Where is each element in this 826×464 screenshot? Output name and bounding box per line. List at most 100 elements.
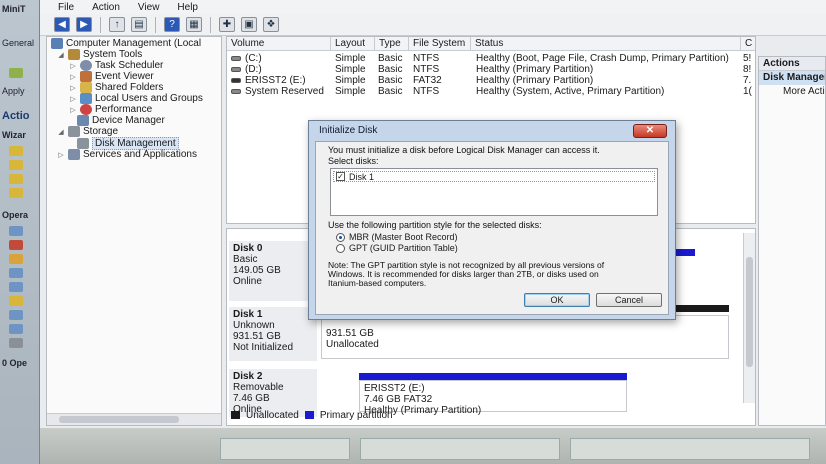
expand-triangle-icon[interactable]: ▷ bbox=[57, 151, 65, 159]
help-icon[interactable]: ? bbox=[164, 17, 180, 32]
show-hide-tree-icon[interactable]: ▤ bbox=[131, 17, 147, 32]
column-header-type[interactable]: Type bbox=[375, 37, 409, 51]
expand-triangle-icon[interactable]: ▷ bbox=[69, 84, 77, 92]
table-row[interactable]: System Reserved Simple Basic NTFS Health… bbox=[227, 86, 755, 97]
bg-operations-heading: Opera bbox=[2, 210, 29, 220]
legend-primary: Primary partition bbox=[319, 409, 393, 421]
bg-actions-heading: Actio bbox=[2, 110, 30, 122]
table-row[interactable]: (C:) Simple Basic NTFS Healthy (Boot, Pa… bbox=[227, 53, 755, 64]
tools-icon bbox=[68, 49, 80, 60]
menu-file[interactable]: File bbox=[58, 2, 74, 13]
mbr-radio-dot[interactable] bbox=[336, 232, 345, 242]
tree-item-shared-folders[interactable]: ▷ Shared Folders bbox=[69, 82, 163, 93]
operation-icon[interactable] bbox=[9, 296, 23, 306]
scrollbar-thumb[interactable] bbox=[746, 257, 753, 367]
menu-view[interactable]: View bbox=[138, 2, 160, 13]
tree-item-task-scheduler[interactable]: ▷ Task Scheduler bbox=[69, 60, 163, 71]
operation-icon[interactable] bbox=[9, 226, 23, 236]
operation-icon[interactable] bbox=[9, 240, 23, 250]
performance-icon bbox=[80, 104, 92, 115]
tree-item-local-users[interactable]: ▷ Local Users and Groups bbox=[69, 93, 203, 104]
wizard-icon[interactable] bbox=[9, 188, 23, 198]
expand-triangle-icon[interactable]: ▷ bbox=[69, 95, 77, 103]
disk-vertical-scrollbar[interactable] bbox=[743, 233, 755, 403]
tree-item-device-manager[interactable]: Device Manager bbox=[77, 115, 165, 126]
tree-item-system-tools[interactable]: ◢ System Tools bbox=[57, 49, 142, 60]
gpt-radio[interactable]: GPT (GUID Partition Table) bbox=[336, 243, 458, 253]
wizard-icon[interactable] bbox=[9, 174, 23, 184]
column-header-layout[interactable]: Layout bbox=[331, 37, 375, 51]
ok-button[interactable]: OK bbox=[524, 293, 590, 307]
tree-horizontal-scrollbar[interactable] bbox=[47, 413, 221, 425]
tree-item-event-viewer[interactable]: ▷ Event Viewer bbox=[69, 71, 154, 82]
operation-icon[interactable] bbox=[9, 282, 23, 292]
column-header-status[interactable]: Status bbox=[471, 37, 741, 51]
back-arrow-icon[interactable]: ◀ bbox=[54, 17, 70, 32]
background-app-bottom bbox=[40, 428, 826, 464]
settings-icon[interactable]: ❖ bbox=[263, 17, 279, 32]
dialog-body: You must initialize a disk before Logica… bbox=[315, 141, 669, 315]
dialog-title: Initialize Disk bbox=[319, 125, 378, 136]
table-row[interactable]: ERISST2 (E:) Simple Basic FAT32 Healthy … bbox=[227, 75, 755, 86]
column-header-file-system[interactable]: File System bbox=[409, 37, 471, 51]
computer-icon bbox=[51, 38, 63, 49]
expand-triangle-icon[interactable]: ▷ bbox=[69, 73, 77, 81]
disk2-partition-erisst2[interactable]: ERISST2 (E:) 7.46 GB FAT32 Healthy (Prim… bbox=[359, 380, 627, 416]
tree-item-storage[interactable]: ◢ Storage bbox=[57, 126, 118, 137]
disk1-unallocated-region[interactable]: 931.51 GB Unallocated bbox=[321, 315, 729, 359]
storage-icon bbox=[68, 126, 80, 137]
primary-swatch bbox=[304, 411, 314, 419]
tree-item-performance[interactable]: ▷ Performance bbox=[69, 104, 152, 115]
operation-icon[interactable] bbox=[9, 324, 23, 334]
table-row[interactable]: (D:) Simple Basic NTFS Healthy (Primary … bbox=[227, 64, 755, 75]
collapse-triangle-icon[interactable]: ◢ bbox=[57, 128, 65, 136]
unallocated-swatch bbox=[231, 411, 240, 419]
disk0-label[interactable]: Disk 0 Basic 149.05 GB Online bbox=[229, 241, 317, 301]
forward-arrow-icon[interactable]: ▶ bbox=[76, 17, 92, 32]
mbr-radio[interactable]: MBR (Master Boot Record) bbox=[336, 232, 458, 242]
expand-triangle-icon[interactable]: ▷ bbox=[69, 62, 77, 70]
gpt-radio-dot[interactable] bbox=[336, 243, 345, 253]
bg-pending-operations: 0 Ope bbox=[2, 358, 28, 368]
menu-action[interactable]: Action bbox=[92, 2, 120, 13]
bg-app-tab[interactable]: General bbox=[2, 38, 34, 48]
disk1-label[interactable]: Disk 1 Unknown 931.51 GB Not Initialized bbox=[229, 307, 317, 361]
shared-folder-icon bbox=[80, 82, 92, 93]
event-viewer-icon bbox=[80, 71, 92, 82]
tree-item-computer-management[interactable]: Computer Management (Local bbox=[51, 38, 201, 49]
bg-wizard-heading: Wizar bbox=[2, 130, 26, 140]
list-item-disk1[interactable]: ✓ Disk 1 bbox=[333, 171, 655, 182]
menu-help[interactable]: Help bbox=[177, 2, 198, 13]
toolbar-separator bbox=[155, 16, 156, 33]
disk-properties-icon[interactable]: ▣ bbox=[241, 17, 257, 32]
column-header-volume[interactable]: Volume bbox=[227, 37, 331, 51]
actions-section-disk-management[interactable]: Disk Managem bbox=[759, 71, 825, 85]
bg-disk-segment[interactable] bbox=[220, 438, 350, 460]
bg-apply-button[interactable]: Apply bbox=[2, 86, 25, 96]
wizard-icon[interactable] bbox=[9, 146, 23, 156]
more-actions-link[interactable]: More Actio bbox=[759, 85, 825, 99]
disk1-checkbox[interactable]: ✓ bbox=[336, 172, 345, 181]
close-icon[interactable]: ✕ bbox=[633, 124, 667, 138]
services-icon bbox=[68, 149, 80, 160]
expand-triangle-icon[interactable]: ▷ bbox=[69, 106, 77, 114]
operation-icon[interactable] bbox=[9, 338, 23, 348]
collapse-triangle-icon[interactable]: ◢ bbox=[57, 51, 65, 59]
actions-header: Actions bbox=[759, 57, 825, 71]
console-tree: Computer Management (Local ◢ System Tool… bbox=[46, 36, 222, 426]
bg-disk-segment[interactable] bbox=[360, 438, 560, 460]
up-folder-icon[interactable]: ↑ bbox=[109, 17, 125, 32]
select-disks-label: Select disks: bbox=[328, 156, 379, 166]
bg-disk-segment[interactable] bbox=[570, 438, 810, 460]
operation-icon[interactable] bbox=[9, 310, 23, 320]
cancel-button[interactable]: Cancel bbox=[596, 293, 662, 307]
tree-item-services-applications[interactable]: ▷ Services and Applications bbox=[57, 149, 197, 160]
wizard-icon[interactable] bbox=[9, 160, 23, 170]
rescan-icon[interactable]: ✚ bbox=[219, 17, 235, 32]
operation-icon[interactable] bbox=[9, 254, 23, 264]
operation-icon[interactable] bbox=[9, 268, 23, 278]
column-header-capacity[interactable]: C bbox=[741, 37, 755, 51]
scrollbar-thumb[interactable] bbox=[59, 416, 179, 423]
properties-icon[interactable]: ▦ bbox=[186, 17, 202, 32]
partition-style-label: Use the following partition style for th… bbox=[328, 220, 542, 230]
